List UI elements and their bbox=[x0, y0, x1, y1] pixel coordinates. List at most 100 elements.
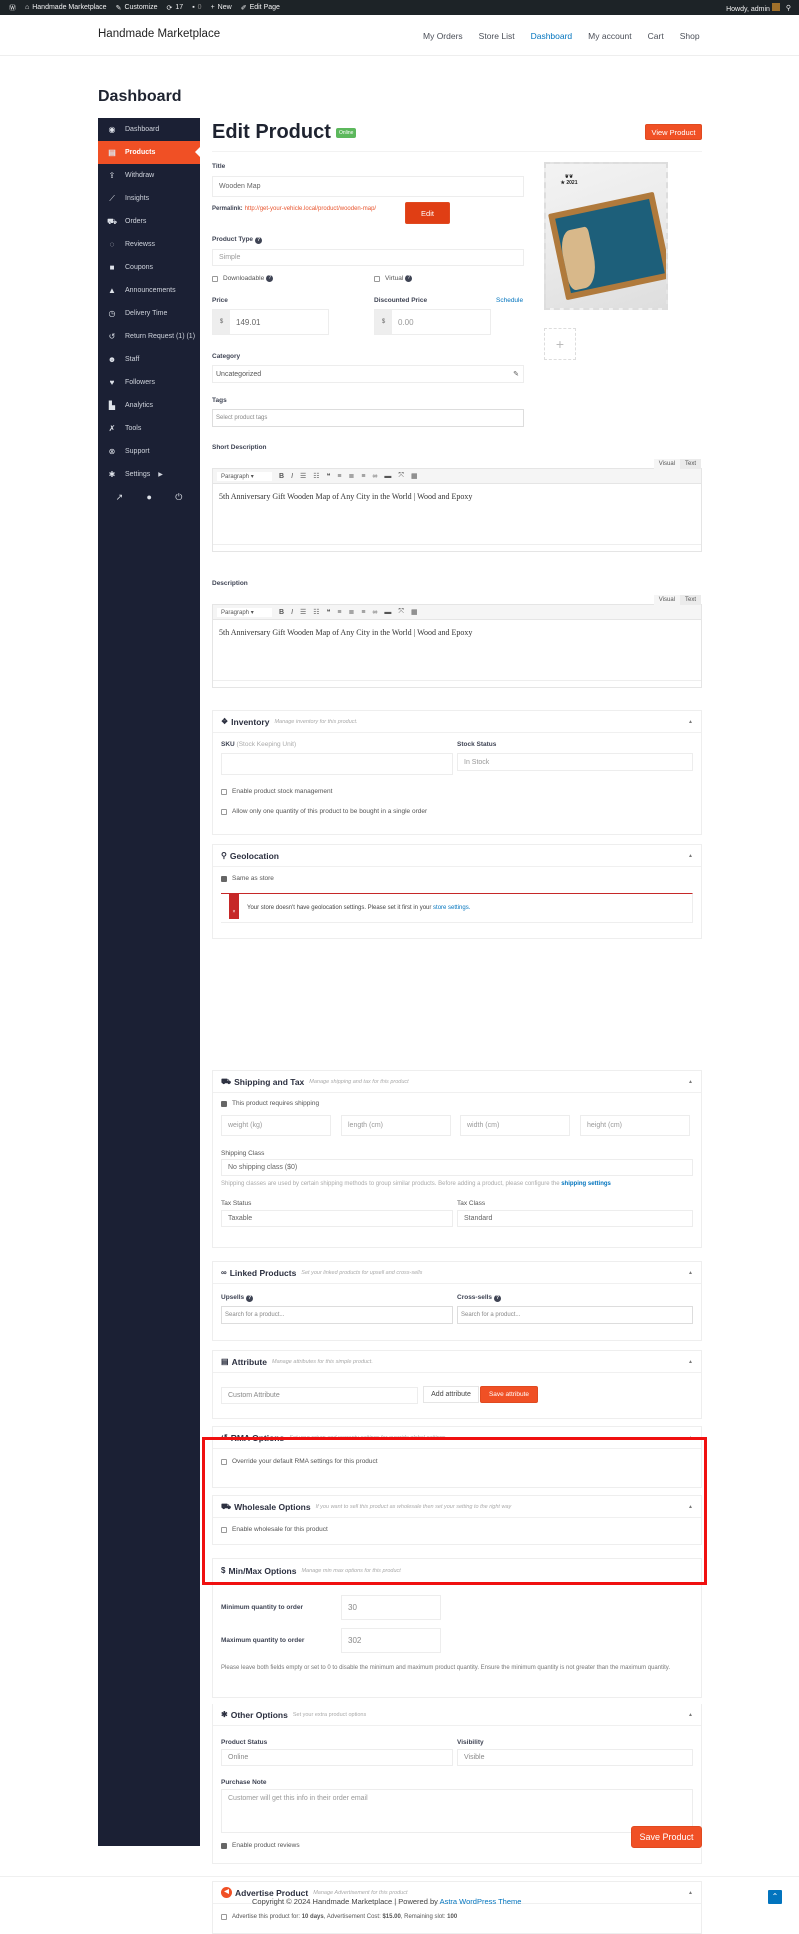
tab-text[interactable]: Text bbox=[679, 595, 701, 605]
tax-class-select[interactable]: Standard bbox=[457, 1210, 693, 1227]
toolbar-toggle-icon[interactable]: ▦ bbox=[411, 608, 418, 616]
admin-site-link[interactable]: ⌂ Handmade Marketplace bbox=[25, 4, 107, 11]
downloadable-checkbox[interactable]: Downloadable? bbox=[212, 275, 274, 282]
tab-text[interactable]: Text bbox=[679, 459, 701, 469]
tax-status-select[interactable]: Taxable bbox=[221, 1210, 453, 1227]
blockquote-icon[interactable]: ❝ bbox=[327, 608, 331, 616]
align-center-icon[interactable]: ≣ bbox=[348, 608, 354, 616]
sidebar-item-followers[interactable]: ♥ Followers bbox=[98, 371, 200, 394]
admin-updates-link[interactable]: ⟳ 17 bbox=[167, 4, 184, 12]
align-center-icon[interactable]: ≣ bbox=[348, 472, 354, 480]
sidebar-item-announcements[interactable]: ▲ Announcements bbox=[98, 279, 200, 302]
align-left-icon[interactable]: ≡ bbox=[337, 609, 341, 616]
virtual-checkbox[interactable]: Virtual? bbox=[374, 275, 413, 282]
checkbox[interactable] bbox=[221, 808, 227, 815]
fullscreen-icon[interactable]: ⤧ bbox=[398, 608, 404, 616]
section-header[interactable]: ▤ Attribute Manage attributes for this sim… bbox=[213, 1351, 701, 1373]
admin-comments-link[interactable]: ▪ 0 bbox=[192, 4, 201, 11]
length-input[interactable]: length (cm) bbox=[341, 1115, 451, 1136]
user-icon[interactable]: ● bbox=[146, 492, 151, 502]
tab-visual[interactable]: Visual bbox=[653, 459, 680, 469]
nav-dashboard[interactable]: Dashboard bbox=[531, 31, 573, 41]
collapse-icon[interactable]: ▲ bbox=[688, 1079, 693, 1085]
edit-icon[interactable]: ✎ bbox=[513, 370, 519, 378]
requires-shipping-checkbox[interactable]: This product requires shipping bbox=[221, 1100, 319, 1107]
short-description-content[interactable]: 5th Anniversary Gift Wooden Map of Any C… bbox=[213, 484, 701, 544]
collapse-icon[interactable]: ▲ bbox=[688, 719, 693, 725]
nav-shop[interactable]: Shop bbox=[680, 31, 700, 41]
stock-status-select[interactable]: In Stock bbox=[457, 753, 693, 771]
tab-visual[interactable]: Visual bbox=[653, 595, 680, 605]
link-icon[interactable]: ∞ bbox=[372, 609, 377, 616]
sku-input[interactable] bbox=[221, 753, 453, 775]
height-input[interactable]: height (cm) bbox=[580, 1115, 690, 1136]
external-link-icon[interactable]: ↗ bbox=[116, 492, 124, 503]
italic-icon[interactable]: I bbox=[291, 609, 293, 616]
sidebar-item-return-request[interactable]: ↺ Return Request (1) (1) bbox=[98, 325, 200, 348]
custom-attribute-select[interactable]: Custom Attribute bbox=[221, 1387, 418, 1404]
add-attribute-button[interactable]: Add attribute bbox=[423, 1386, 479, 1403]
sidebar-item-settings[interactable]: ✱ Settings ▶ bbox=[98, 463, 200, 486]
max-quantity-input[interactable]: 302 bbox=[341, 1628, 441, 1653]
section-header[interactable]: ⚲ Geolocation ▲ bbox=[213, 845, 701, 867]
section-header[interactable]: ∞ Linked Products Set your linked products… bbox=[213, 1262, 701, 1284]
checkbox[interactable] bbox=[212, 275, 218, 282]
read-more-icon[interactable]: ▬ bbox=[384, 609, 391, 616]
checkbox[interactable] bbox=[374, 275, 380, 282]
fullscreen-icon[interactable]: ⤧ bbox=[398, 472, 404, 480]
description-content[interactable]: 5th Anniversary Gift Wooden Map of Any C… bbox=[213, 620, 701, 680]
nav-cart[interactable]: Cart bbox=[648, 31, 664, 41]
collapse-icon[interactable]: ▲ bbox=[688, 1270, 693, 1276]
admin-customize-link[interactable]: ✎ Customize bbox=[116, 4, 158, 12]
sidebar-item-support[interactable]: ⊗ Support bbox=[98, 440, 200, 463]
title-input[interactable]: Wooden Map bbox=[212, 176, 524, 197]
nav-my-account[interactable]: My account bbox=[588, 31, 631, 41]
power-icon[interactable]: ⏻ bbox=[175, 492, 182, 503]
view-product-button[interactable]: View Product bbox=[645, 124, 702, 140]
schedule-link[interactable]: Schedule bbox=[496, 297, 523, 304]
nav-store-list[interactable]: Store List bbox=[479, 31, 515, 41]
toolbar-toggle-icon[interactable]: ▦ bbox=[411, 472, 418, 480]
bold-icon[interactable]: B bbox=[279, 609, 284, 616]
checkbox[interactable] bbox=[221, 1100, 227, 1107]
bullet-list-icon[interactable]: ☰ bbox=[300, 608, 306, 616]
collapse-icon[interactable]: ▲ bbox=[688, 1712, 693, 1718]
discounted-price-input[interactable]: $ 0.00 bbox=[374, 309, 491, 335]
save-product-button[interactable]: Save Product bbox=[631, 1826, 702, 1848]
manage-stock-checkbox[interactable]: Enable product stock management bbox=[221, 788, 332, 795]
section-header[interactable]: ⛟ Shipping and Tax Manage shipping and tax… bbox=[213, 1071, 701, 1093]
same-as-store-checkbox[interactable]: Same as store bbox=[221, 875, 274, 882]
sidebar-item-staff[interactable]: ☻ Staff bbox=[98, 348, 200, 371]
weight-input[interactable]: weight (kg) bbox=[221, 1115, 331, 1136]
align-right-icon[interactable]: ≡ bbox=[361, 609, 365, 616]
upsells-input[interactable]: Search for a product... bbox=[221, 1306, 453, 1324]
numbered-list-icon[interactable]: ☷ bbox=[313, 608, 319, 616]
sold-individually-checkbox[interactable]: Allow only one quantity of this product … bbox=[221, 808, 427, 815]
bullet-list-icon[interactable]: ☰ bbox=[300, 472, 306, 480]
width-input[interactable]: width (cm) bbox=[460, 1115, 570, 1136]
sidebar-item-tools[interactable]: ✗ Tools bbox=[98, 417, 200, 440]
crosssells-input[interactable]: Search for a product... bbox=[457, 1306, 693, 1324]
numbered-list-icon[interactable]: ☷ bbox=[313, 472, 319, 480]
checkbox[interactable] bbox=[221, 788, 227, 795]
sidebar-item-analytics[interactable]: ▙ Analytics bbox=[98, 394, 200, 417]
nav-my-orders[interactable]: My Orders bbox=[423, 31, 463, 41]
italic-icon[interactable]: I bbox=[291, 473, 293, 480]
wordpress-logo-icon[interactable]: Ⓦ bbox=[9, 3, 16, 13]
site-title[interactable]: Handmade Marketplace bbox=[98, 28, 220, 40]
visibility-select[interactable]: Visible bbox=[457, 1749, 693, 1766]
product-image[interactable]: ❦❦ ★ 2021 bbox=[544, 162, 668, 310]
bold-icon[interactable]: B bbox=[279, 473, 284, 480]
sidebar-item-products[interactable]: ▤ Products bbox=[98, 141, 200, 164]
product-type-select[interactable]: Simple bbox=[212, 249, 524, 266]
section-header[interactable]: ✱ Other Options Set your extra product opt… bbox=[213, 1704, 701, 1726]
sidebar-item-reviews[interactable]: ◌ Reviewss bbox=[98, 233, 200, 256]
add-gallery-image-button[interactable]: + bbox=[544, 328, 576, 360]
format-select[interactable]: Paragraph ▾ bbox=[217, 607, 272, 617]
admin-edit-page-link[interactable]: ✐ Edit Page bbox=[241, 4, 280, 12]
purchase-note-textarea[interactable]: Customer will get this info in their ord… bbox=[221, 1789, 693, 1833]
admin-new-link[interactable]: + New bbox=[211, 4, 232, 11]
blockquote-icon[interactable]: ❝ bbox=[327, 472, 331, 480]
admin-account-link[interactable]: Howdy, admin bbox=[726, 2, 780, 13]
shipping-settings-link[interactable]: shipping settings bbox=[561, 1181, 611, 1187]
